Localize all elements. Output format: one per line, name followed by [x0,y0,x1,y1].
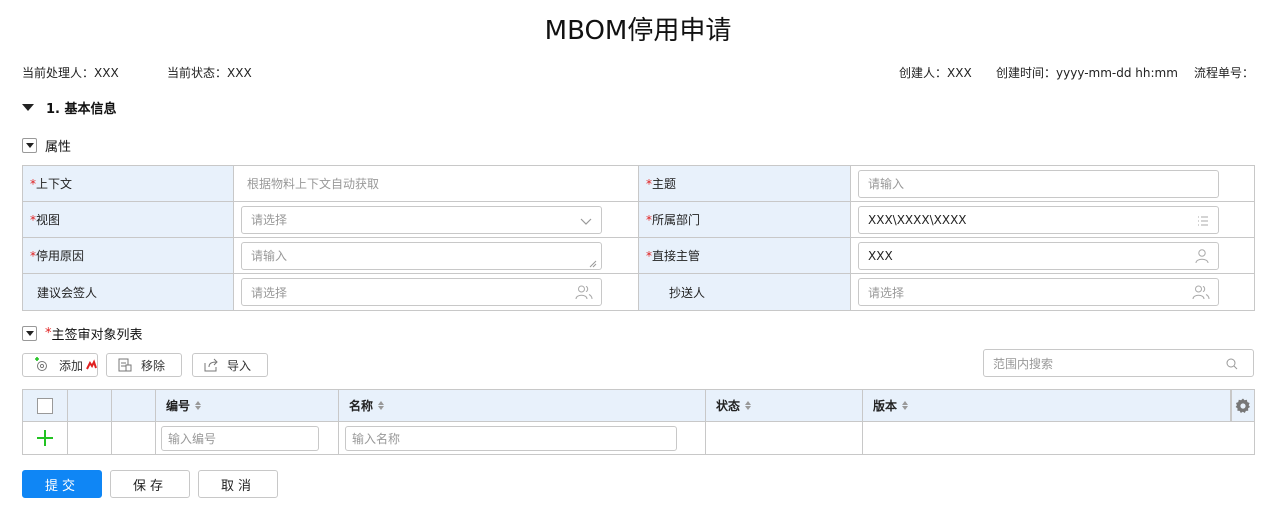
dept-label: * 所属部门 [639,202,851,237]
context-cell: 根据物料上下文自动获取 [234,166,639,201]
objects-header[interactable]: * 主签审对象列表 [22,324,143,343]
row-blank [68,422,112,454]
form-row: * 上下文 根据物料上下文自动获取 * 主题 请输入 [23,166,1254,202]
dept-cell: XXX\XXXX\XXXX [851,202,1254,237]
subject-input[interactable]: 请输入 [858,169,1219,198]
submit-button[interactable]: 提交 [22,470,102,498]
section-title: 1. 基本信息 [46,102,117,117]
import-button[interactable]: 导入 [192,353,268,377]
import-share-icon [204,358,218,372]
collapse-toggle-icon[interactable] [22,326,37,341]
plus-icon[interactable] [36,429,54,447]
select-all-cell [23,390,68,421]
cc-input[interactable]: 请选择 [858,278,1219,306]
users-icon[interactable] [575,284,593,300]
sort-icon[interactable] [195,401,202,410]
status-cell [706,422,863,454]
status-value: XXX [227,66,252,80]
attributes-form: * 上下文 根据物料上下文自动获取 * 主题 请输入 * 视图 请选择 * 所属部门 X… [22,165,1255,311]
cc-cell: 请选择 [851,274,1254,310]
gear-icon[interactable] [1234,397,1252,415]
creator: 创建人：XXX [899,64,972,81]
cancel-button[interactable]: 取消 [198,470,278,498]
remove-button[interactable]: 移除 [106,353,182,377]
reason-cell: 请输入 [234,238,639,273]
creator-label: 创建人： [899,66,948,80]
attrs-header[interactable]: 属性 [22,136,71,155]
cc-label: 抄送人 [639,274,851,310]
handler-value: XXX [94,66,119,80]
sort-icon[interactable] [745,401,752,410]
table-row: 输入编号 输入名称 [23,422,1254,454]
sort-icon[interactable] [378,401,385,410]
form-row: 建议会签人 请选择 抄送人 请选择 [23,274,1254,310]
context-value: 根据物料上下文自动获取 [247,177,380,191]
table-header: 编号 名称 状态 版本 [23,390,1254,422]
collapse-triangle-icon[interactable] [22,104,34,111]
name-cell: 输入名称 [339,422,706,454]
column-name[interactable]: 名称 [339,390,706,421]
reason-textarea[interactable]: 请输入 [241,241,602,270]
header-blank [68,390,112,421]
view-cell: 请选择 [234,202,639,237]
created-value: yyyy-mm-dd hh:mm [1056,66,1178,80]
select-all-checkbox[interactable] [37,397,53,414]
column-version[interactable]: 版本 [863,390,1231,421]
page-title: MBOM停用申请 [544,16,732,46]
range-search-input[interactable]: 范围内搜索 [983,349,1254,377]
flow-label: 流程单号： [1194,66,1255,80]
created-label: 创建时间： [996,66,1057,80]
form-row: * 停用原因 请输入 * 直接主管 XXX [23,238,1254,274]
cosigner-input[interactable]: 请选择 [241,278,602,306]
objects-table: 编号 名称 状态 版本 输入编号 输入名称 [22,389,1255,455]
list-icon[interactable] [1196,214,1210,228]
manager-label: * 直接主管 [639,238,851,273]
cosigner-cell: 请选择 [234,274,639,310]
cosigner-label: 建议会签人 [23,274,234,310]
code-cell: 输入编号 [156,422,339,454]
column-status[interactable]: 状态 [706,390,863,421]
user-icon[interactable] [1194,248,1210,264]
subject-label: * 主题 [639,166,851,201]
column-settings[interactable] [1231,390,1254,421]
subject-cell: 请输入 [851,166,1254,201]
current-status: 当前状态：XXX [167,64,252,81]
manager-cell: XXX [851,238,1254,273]
search-icon[interactable] [1225,357,1239,371]
reason-label: * 停用原因 [23,238,234,273]
add-gear-icon [35,357,47,371]
name-input[interactable]: 输入名称 [345,425,677,451]
add-button[interactable]: 添加 [22,353,98,377]
status-label: 当前状态： [167,66,228,80]
chevron-down-icon [580,218,592,225]
handler-label: 当前处理人： [22,66,95,80]
attrs-title: 属性 [45,140,72,155]
view-label: * 视图 [23,202,234,237]
context-label: * 上下文 [23,166,234,201]
version-cell [863,422,1254,454]
manager-input[interactable]: XXX [858,241,1219,270]
current-handler: 当前处理人：XXX [22,64,119,81]
remove-doc-icon [118,358,132,372]
sort-icon[interactable] [902,401,909,410]
header-blank [112,390,156,421]
flow-number: 流程单号： [1194,64,1254,81]
dept-input[interactable]: XXX\XXXX\XXXX [858,205,1219,234]
code-input[interactable]: 输入编号 [161,425,319,451]
resize-handle-icon[interactable] [587,258,597,268]
objects-title: 主签审对象列表 [51,328,143,343]
users-icon[interactable] [1192,284,1210,300]
add-row-cell [23,422,68,454]
collapse-toggle-icon[interactable] [22,138,37,153]
view-select[interactable]: 请选择 [241,205,602,234]
creator-value: XXX [947,66,972,80]
row-blank [112,422,156,454]
hand-cursor-icon [86,359,97,370]
section-basic-info[interactable]: 1. 基本信息 [22,98,117,117]
created-time: 创建时间：yyyy-mm-dd hh:mm [996,64,1178,81]
form-row: * 视图 请选择 * 所属部门 XXX\XXXX\XXXX [23,202,1254,238]
column-code[interactable]: 编号 [156,390,339,421]
save-button[interactable]: 保存 [110,470,190,498]
